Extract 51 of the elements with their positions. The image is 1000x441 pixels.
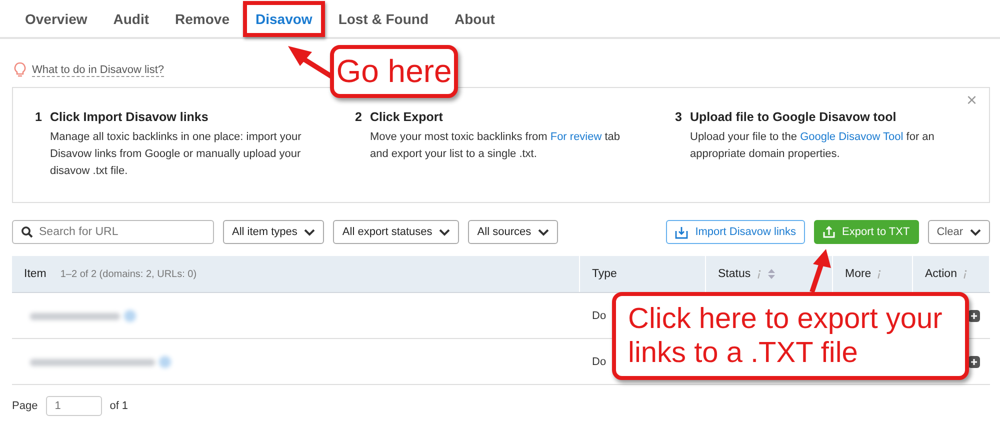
step-text: Move your most toxic backlinks from For review tab and export your list to a single .txt. [370, 130, 622, 162]
page-total: of 1 [110, 400, 128, 412]
tab[interactable]: Overview [12, 0, 100, 36]
tab[interactable]: Disavow [242, 0, 326, 36]
item-count: 1–2 of 2 (domains: 2, URLs: 0) [60, 268, 197, 280]
link[interactable]: For review [550, 131, 602, 143]
column-header: Action [925, 268, 957, 280]
column-header: Type [592, 268, 617, 280]
help-link[interactable]: What to do in Disavow list? [32, 64, 164, 76]
tab[interactable]: About [442, 0, 508, 36]
chevron-icon [304, 228, 316, 236]
table-cell: Do [592, 356, 606, 368]
callout: Click here to export your links to a .TXT file [612, 292, 969, 380]
filter-dropdown[interactable]: All export statuses [333, 220, 460, 244]
step-number: 3 [675, 110, 682, 124]
info-icon [756, 270, 761, 278]
page-label: Page [12, 400, 38, 412]
link[interactable]: Google Disavow Tool [800, 131, 904, 143]
import-button[interactable]: Import Disavow links [666, 220, 806, 244]
step-number: 1 [35, 110, 42, 124]
search-field[interactable]: Search for URL [12, 220, 214, 244]
tab[interactable]: Audit [100, 0, 162, 36]
step-text: Upload your file to the Google Disavow Tool for an appropriate domain properties. [690, 130, 936, 162]
step-title: Click Import Disavow links [50, 110, 208, 124]
add-icon[interactable] [968, 310, 980, 322]
search-icon [21, 226, 33, 238]
chevron-icon [439, 228, 450, 236]
info-icon [877, 270, 882, 278]
info-icon [962, 270, 967, 278]
step-number: 2 [355, 110, 362, 124]
add-icon[interactable] [968, 356, 980, 368]
tab[interactable]: Lost & Found [325, 0, 442, 36]
step-title: Click Export [370, 110, 443, 124]
chevron-icon [538, 228, 550, 236]
filter-dropdown[interactable]: All sources [468, 220, 558, 244]
tab[interactable]: Remove [162, 0, 242, 36]
filter-dropdown[interactable]: All item types [223, 220, 324, 244]
page-field[interactable]: 1 [46, 396, 102, 416]
callout: Go here [330, 45, 458, 98]
column-header[interactable]: Status [718, 268, 751, 280]
chevron-icon [970, 228, 981, 236]
step-title: Upload file to Google Disavow tool [690, 110, 896, 124]
upload-icon [823, 226, 836, 238]
table-cell: Do [592, 310, 606, 322]
step-text: Manage all toxic backlinks in one place: import your Disavow links from Google or manually upload your disavow .txt file. [50, 130, 302, 179]
arrow [810, 249, 831, 293]
clear-dropdown[interactable]: Clear [928, 220, 990, 244]
lightbulb-icon [14, 62, 26, 78]
column-header: Item [24, 268, 46, 280]
column-header: More [845, 268, 872, 280]
download-icon [675, 226, 688, 238]
